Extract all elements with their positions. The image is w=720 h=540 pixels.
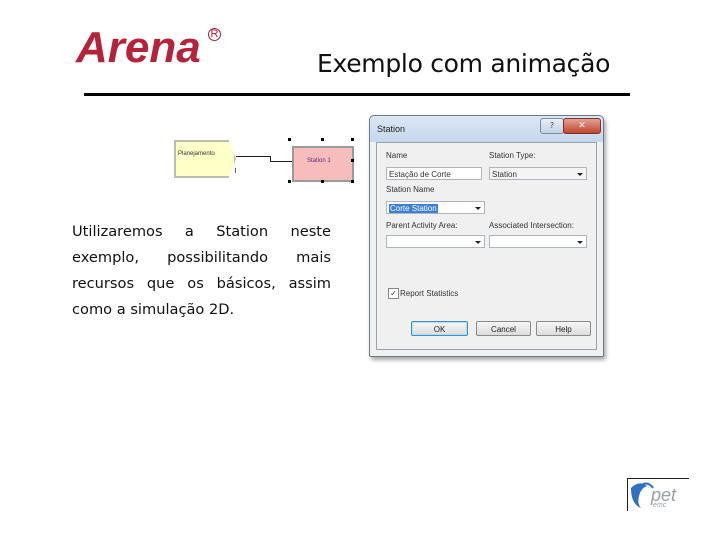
arena-logo: Arena R [76,23,221,72]
chevron-down-icon[interactable] [577,173,583,176]
station-name-value: Corte Station [389,204,438,213]
associated-intersection-label: Associated Intersection: [489,221,574,230]
pet-emc-logo: pet emc [627,478,689,512]
cancel-button[interactable]: Cancel [476,321,531,336]
create-module-label: Planejamento [178,151,215,157]
station-dialog: Station ? ✕ Name Station Type: Estação d… [369,115,604,357]
help-icon[interactable]: ? [540,118,564,134]
selection-handle[interactable] [321,138,324,141]
slide-title: Exemplo com animação [317,49,611,78]
parent-activity-area-label: Parent Activity Area: [386,221,458,230]
selection-handle[interactable] [351,138,354,141]
selection-handle[interactable] [351,180,354,183]
station-name-label: Station Name [386,185,435,194]
ok-button[interactable]: OK [411,321,468,336]
emc-logo-text: emc [653,502,667,509]
dialog-titlebar[interactable]: Station ? ✕ [370,116,603,142]
selection-handle[interactable] [288,180,291,183]
help-button[interactable]: Help [536,321,591,336]
connector-line-segment[interactable] [270,161,292,162]
title-divider [84,93,630,96]
close-icon[interactable]: ✕ [563,118,601,134]
chevron-down-icon[interactable] [577,241,583,244]
report-statistics-label: Report Statistics [400,289,459,298]
connector-line[interactable] [236,156,270,157]
dialog-title: Station [377,124,406,134]
arena-logo-text: Arena [76,23,201,72]
station-module-label: Station 1 [307,158,331,164]
station-type-label: Station Type: [489,151,536,160]
flowchart: Planejamento Station 1 [172,138,362,188]
selection-handle[interactable] [321,180,324,183]
dialog-body: Name Station Type: Estação de Corte Stat… [376,142,597,350]
selection-handle[interactable] [288,138,291,141]
selection-handle[interactable] [351,159,354,162]
chevron-down-icon[interactable] [475,241,481,244]
name-label: Name [386,151,408,160]
station-module[interactable] [292,146,354,182]
associated-intersection-select[interactable] [489,235,587,248]
parent-activity-area-select[interactable] [386,235,485,248]
name-field[interactable]: Estação de Corte [386,167,482,180]
module-exit-marker [235,168,236,173]
registered-icon: R [208,28,221,41]
station-type-select[interactable]: Station [489,167,587,180]
station-name-select[interactable]: Corte Station [386,201,485,214]
create-module[interactable] [174,140,236,178]
chevron-down-icon[interactable] [475,207,481,210]
body-paragraph: Utilizaremos a Station neste exemplo, po… [72,223,331,318]
report-statistics-checkbox[interactable]: ✓ [388,288,399,299]
station-type-value: Station [492,170,517,179]
